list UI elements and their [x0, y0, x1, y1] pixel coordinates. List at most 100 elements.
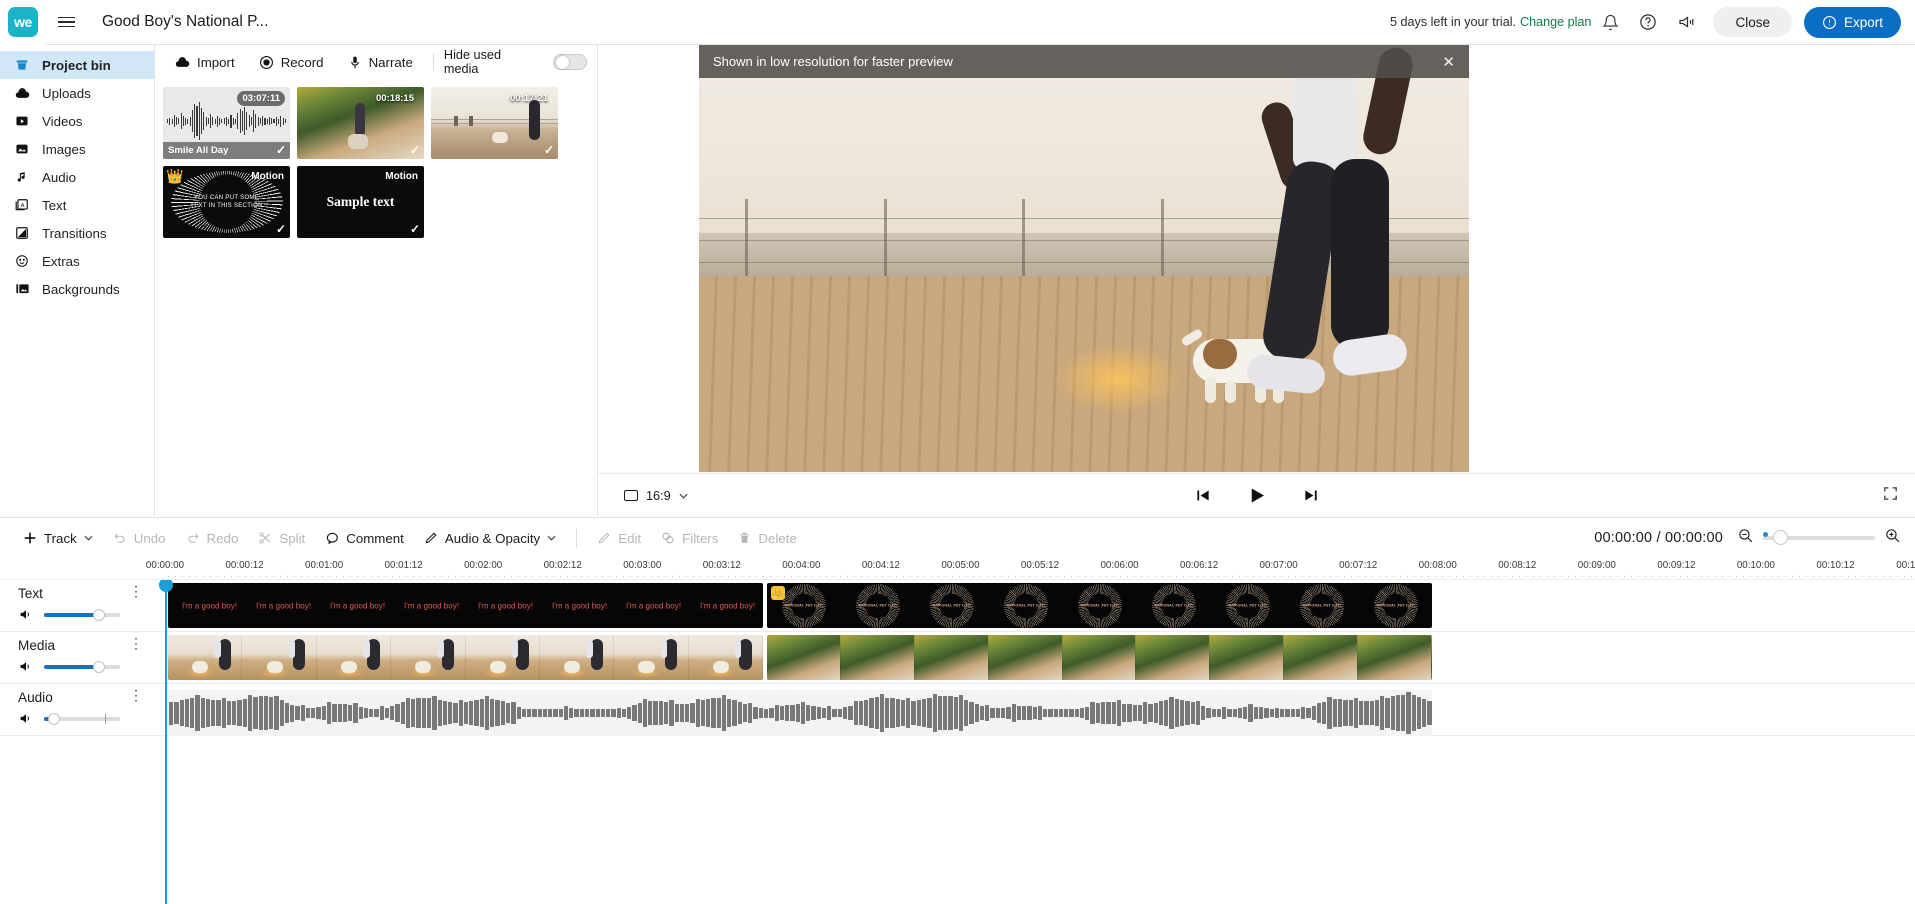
sidebar-item-label: Backgrounds — [42, 281, 120, 297]
volume-slider[interactable] — [44, 609, 120, 622]
split-button[interactable]: Split — [249, 525, 314, 551]
media-clip-park[interactable] — [767, 635, 1432, 680]
motion-frame-thumb: NATIONAL PET DAY! — [989, 583, 1063, 628]
hamburger-menu-icon[interactable] — [46, 16, 86, 28]
undo-button[interactable]: Undo — [104, 525, 175, 551]
change-plan-link[interactable]: Change plan — [1520, 15, 1591, 29]
speaker-icon[interactable] — [18, 608, 34, 622]
record-button[interactable]: Record — [249, 49, 334, 75]
zoom-out-icon[interactable] — [1737, 527, 1754, 549]
track-menu-icon[interactable]: ⋮ — [129, 584, 143, 598]
sidebar-item-uploads[interactable]: Uploads — [0, 79, 154, 107]
expand-icon[interactable] — [1882, 485, 1899, 507]
text-clip[interactable]: I'm a good boy! I'm a good boy! I'm a good… — [168, 583, 763, 628]
ruler-tick: 00:00:00 — [145, 560, 185, 571]
ruler-tick: 00:06:12 — [1180, 560, 1219, 571]
sidebar-item-label: Extras — [42, 253, 80, 269]
media-name: Smile All Day — [163, 142, 290, 159]
filmstrip-frame — [242, 635, 317, 680]
media-thumb-motion-text[interactable]: Sample text Motion ✓ — [297, 166, 424, 238]
project-title[interactable]: Good Boy's National P... — [102, 13, 268, 31]
sidebar-item-backgrounds[interactable]: Backgrounds — [0, 275, 154, 303]
motion-clip[interactable]: 👑 NATIONAL PET DAY! NATIONAL PET DAY! NATI… — [767, 583, 1432, 628]
narrate-button[interactable]: Narrate — [338, 49, 423, 75]
undo-label: Undo — [133, 530, 166, 546]
track-header-media: Media ⋮ — [0, 632, 165, 683]
edit-label: Edit — [618, 530, 642, 546]
split-label: Split — [279, 530, 306, 546]
sidebar-item-label: Images — [42, 141, 86, 157]
runner-subject — [1211, 45, 1441, 461]
ruler-tick: 00:03:12 — [702, 560, 741, 571]
track-menu-icon[interactable]: ⋮ — [129, 688, 143, 702]
volume-knob[interactable] — [48, 713, 61, 726]
volume-knob[interactable] — [92, 661, 105, 674]
selected-check-icon: ✓ — [409, 222, 420, 236]
volume-slider[interactable] — [44, 661, 120, 674]
track-menu-icon[interactable]: ⋮ — [129, 636, 143, 650]
bin-toolbar: Import Record Narrate Hide used media — [155, 45, 597, 79]
delete-button[interactable]: Delete — [729, 525, 805, 551]
sidebar-item-images[interactable]: Images — [0, 135, 154, 163]
image-icon — [14, 141, 30, 157]
aspect-ratio-selector[interactable]: 16:9 — [624, 489, 688, 503]
skip-to-start-icon[interactable] — [1193, 487, 1212, 504]
close-button[interactable]: Close — [1713, 7, 1792, 37]
hide-used-media-toggle[interactable] — [553, 54, 587, 70]
zoom-slider[interactable] — [1763, 530, 1875, 545]
smiley-icon — [14, 253, 30, 269]
timecode-display: 00:00:00 / 00:00:00 — [1594, 530, 1723, 546]
selected-check-icon: ✓ — [275, 222, 286, 236]
comment-button[interactable]: Comment — [316, 525, 413, 551]
zoom-slider-knob[interactable] — [1773, 530, 1788, 545]
media-clip-pier[interactable] — [168, 635, 763, 680]
timeline-ruler[interactable]: 00:00:00 00:00:12 00:01:00 00:01:12 00:02:00… — [0, 558, 1915, 580]
export-button[interactable]: Export — [1803, 6, 1901, 38]
volume-knob[interactable] — [92, 609, 105, 622]
media-duration: 00:18:15 — [375, 93, 414, 104]
hide-used-media-label: Hide used media — [443, 48, 502, 76]
playhead[interactable] — [159, 580, 173, 904]
media-thumb-video-2[interactable]: 00:17:21 ✓ — [431, 87, 558, 159]
transport-controls — [1193, 485, 1320, 506]
ruler-tick: 00:04:00 — [782, 560, 821, 571]
frame-icon — [624, 490, 638, 501]
zoom-in-icon[interactable] — [1884, 527, 1901, 549]
redo-icon — [188, 533, 198, 543]
media-thumb-video-1[interactable]: 00:18:15 ✓ — [297, 87, 424, 159]
sidebar-item-transitions[interactable]: Transitions — [0, 219, 154, 247]
sidebar-item-videos[interactable]: Videos — [0, 107, 154, 135]
sidebar-item-extras[interactable]: Extras — [0, 247, 154, 275]
play-icon[interactable] — [1246, 485, 1267, 506]
redo-button[interactable]: Redo — [177, 525, 248, 551]
media-thumb-motion-burst[interactable]: 👑 YOU CAN PUT SOME TEXT IN THIS SECTION M… — [163, 166, 290, 238]
filmstrip-frame — [614, 635, 689, 680]
motion-frame-thumb: NATIONAL PET DAY! — [1137, 583, 1211, 628]
sidebar-item-project-bin[interactable]: Project bin — [0, 51, 154, 79]
close-icon[interactable]: ✕ — [1442, 53, 1455, 71]
add-track-button[interactable]: Track — [14, 525, 102, 551]
ruler-tick: 00:03:00 — [623, 560, 662, 571]
media-thumb-audio[interactable]: 03:07:11 Smile All Day ✓ — [163, 87, 290, 159]
app-logo[interactable]: we — [0, 0, 46, 45]
edit-button[interactable]: Edit — [588, 525, 650, 551]
speaker-icon[interactable] — [18, 712, 34, 726]
zoom-min-dot — [1763, 531, 1768, 537]
announcement-icon[interactable] — [1667, 3, 1705, 41]
sidebar-item-text[interactable]: A Text — [0, 191, 154, 219]
skip-to-end-icon[interactable] — [1301, 487, 1320, 504]
speaker-icon[interactable] — [18, 660, 34, 674]
logo-mark: we — [8, 7, 38, 37]
sidebar-item-audio[interactable]: Audio — [0, 163, 154, 191]
audio-clip[interactable] — [168, 690, 1432, 736]
bell-icon[interactable] — [1591, 3, 1629, 41]
audio-opacity-button[interactable]: Audio & Opacity — [415, 525, 565, 551]
sidebar-item-label: Videos — [42, 113, 83, 129]
help-icon[interactable] — [1629, 3, 1667, 41]
volume-control — [18, 608, 165, 622]
trash-icon — [740, 532, 750, 543]
video-preview[interactable] — [699, 45, 1469, 472]
filters-button[interactable]: Filters — [652, 525, 727, 551]
volume-slider[interactable] — [44, 713, 120, 726]
import-button[interactable]: Import — [165, 49, 245, 75]
